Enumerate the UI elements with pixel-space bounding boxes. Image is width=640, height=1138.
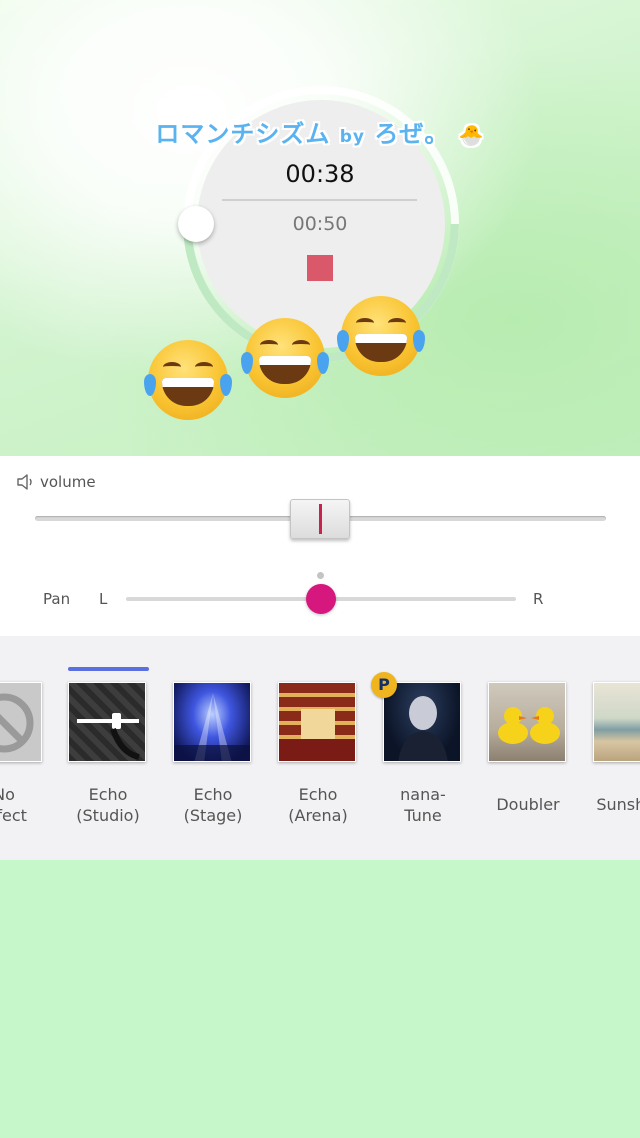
stage-image [173,682,251,762]
effect-doubler[interactable]: Doubler [488,682,568,814]
effect-echo-studio[interactable]: Echo (Studio) [68,682,148,825]
progress-knob[interactable] [178,206,214,242]
effect-nana-tune[interactable]: nana- Tune [383,682,463,825]
effect-label-line2: Tune [404,806,442,825]
time-divider [222,199,417,201]
effect-label-line1: Sunshine [596,795,640,814]
pan-left-label: L [99,590,108,608]
elapsed-time: 00:38 [285,160,355,188]
laughing-emoji-icon [337,296,425,376]
effect-echo-arena[interactable]: Echo (Arena) [278,682,358,825]
song-title-artist: ろぜ。 [374,120,450,148]
no-effect-icon [0,682,42,762]
effect-label-line2: (Arena) [288,806,348,825]
pan-slider-thumb[interactable] [306,584,336,614]
beach-image [593,682,640,762]
empty-background [0,860,640,1138]
song-title: ロマンチシズム by ろぜ。 🐣 [0,114,640,149]
volume-slider-thumb[interactable] [290,499,350,539]
pan-label: Pan [43,590,71,608]
arena-image [278,682,356,762]
effect-label-line1: Echo [298,785,338,804]
song-title-by: by [339,127,365,147]
effect-no-effect[interactable]: No effect [0,682,44,825]
laughing-emoji-icon [144,340,232,420]
nana-tune-image [383,682,461,762]
speaker-icon [17,474,36,490]
effects-carousel[interactable]: P No effect Echo (Studio) [0,636,640,860]
chick-icon: 🐣 [458,123,485,147]
effect-label-line1: Doubler [496,795,560,814]
player-area: ロマンチシズム by ろぜ。 🐣 00:38 00:50 [0,0,640,456]
total-time: 00:50 [292,213,348,235]
ducks-image [488,682,566,762]
premium-badge: P [371,672,397,698]
effect-label-line1: Echo [193,785,233,804]
effect-label-line1: nana- [400,785,446,804]
effect-label-line2: (Studio) [76,806,140,825]
volume-label-text: volume [40,473,96,491]
effect-label-line1: Echo [88,785,128,804]
effect-sunshine[interactable]: Sunshine [593,682,640,814]
studio-image [68,682,146,762]
mixer-controls: volume Pan L R [0,456,640,636]
song-title-main: ロマンチシズム [155,120,331,148]
stop-button[interactable] [307,255,333,281]
pan-center-marker [317,572,324,579]
effect-label-line2: (Stage) [183,806,243,825]
pan-right-label: R [533,590,544,608]
laughing-emoji-icon [241,318,329,398]
selected-effect-indicator [68,667,149,671]
effect-echo-stage[interactable]: Echo (Stage) [173,682,253,825]
volume-label: volume [17,473,96,491]
